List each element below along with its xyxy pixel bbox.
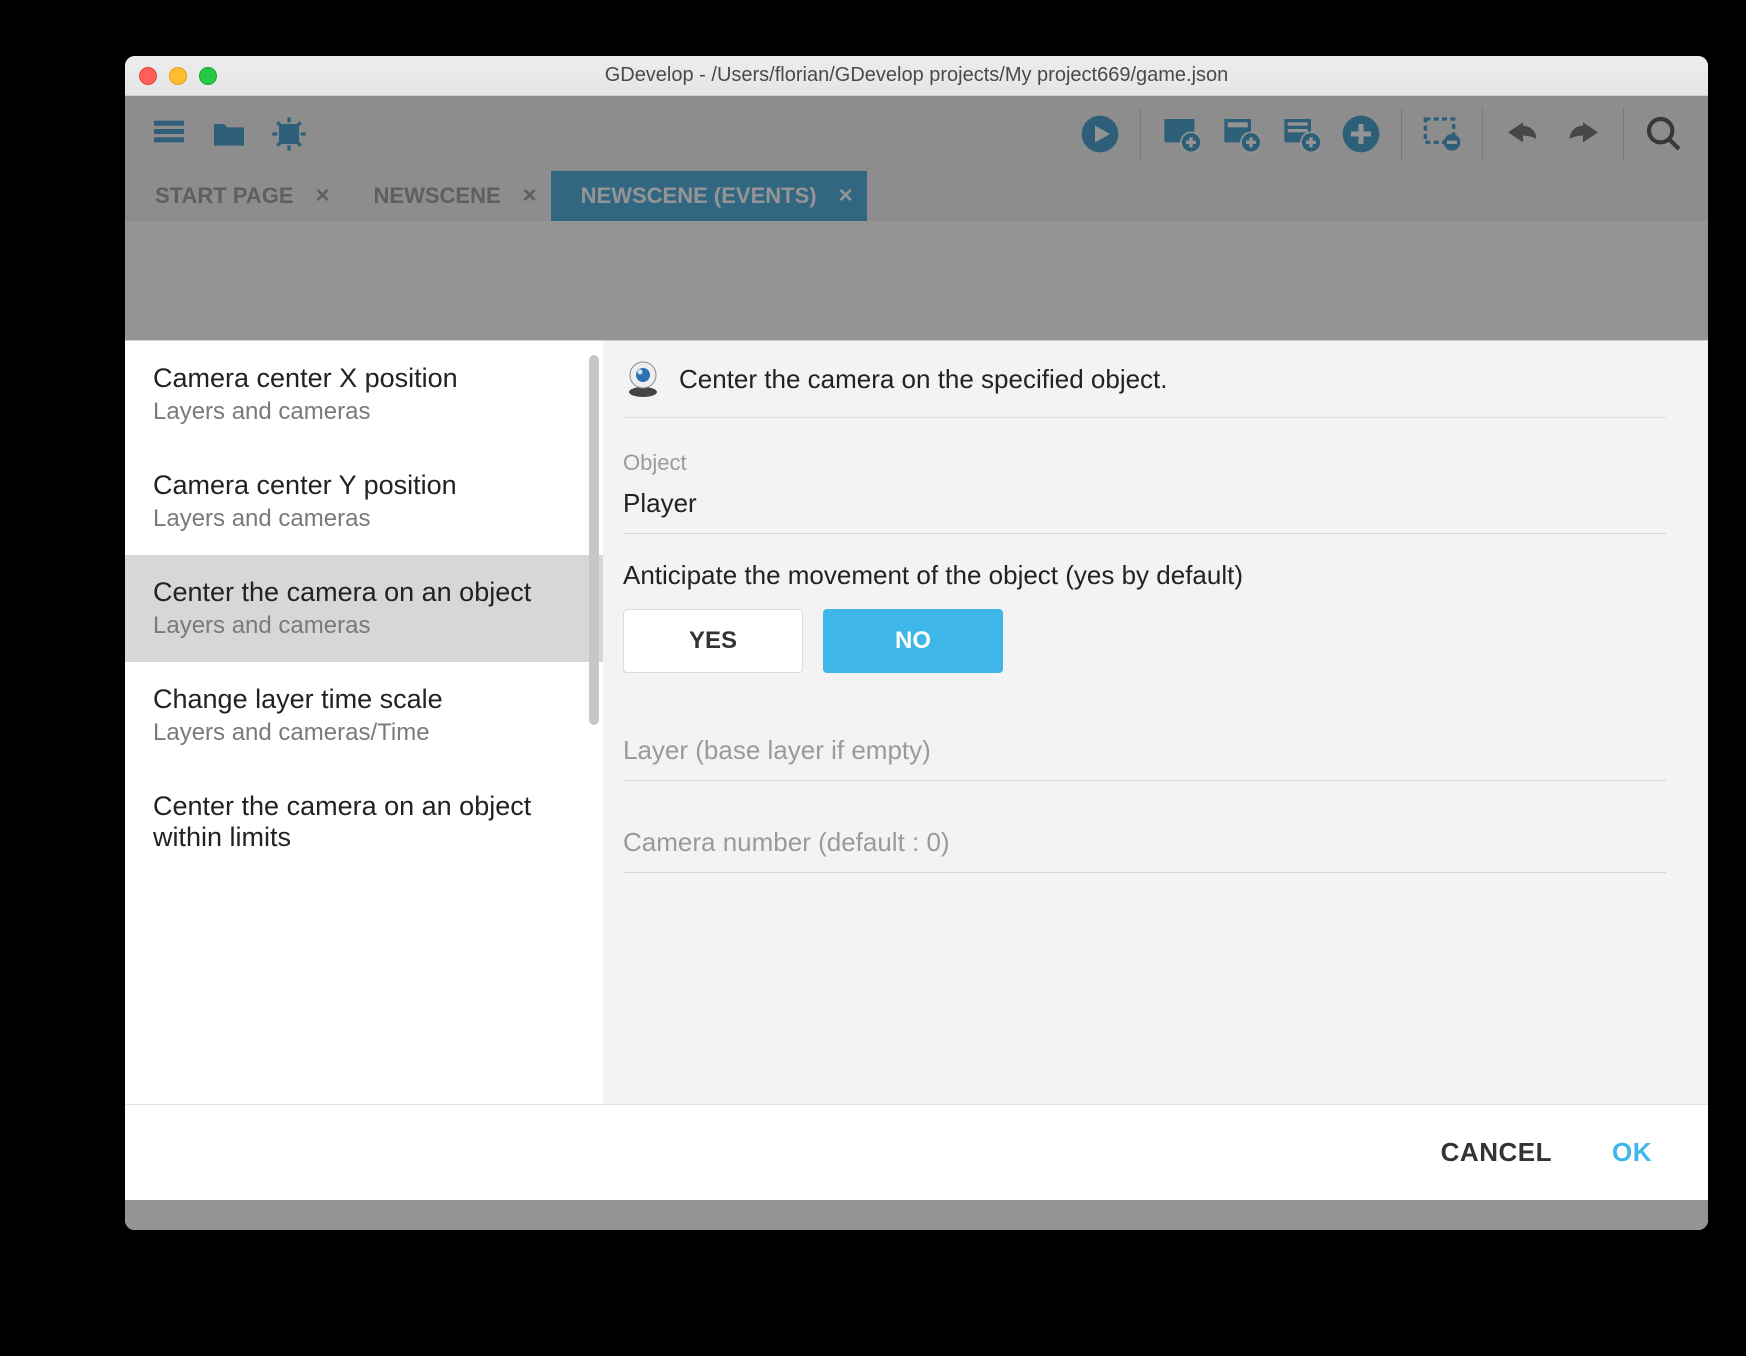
minimize-window-icon[interactable]: [169, 67, 187, 85]
object-field-group: Object: [623, 450, 1666, 534]
camera-icon: [623, 359, 663, 399]
dialog-footer: CANCEL OK: [125, 1104, 1708, 1200]
list-item[interactable]: Center the camera on an object within li…: [125, 769, 603, 879]
layer-input[interactable]: [623, 729, 1666, 781]
cancel-button[interactable]: CANCEL: [1441, 1137, 1552, 1168]
action-dialog: Camera center X position Layers and came…: [125, 340, 1708, 1200]
list-item-title: Change layer time scale: [153, 684, 575, 715]
no-button[interactable]: NO: [823, 609, 1003, 673]
anticipate-label: Anticipate the movement of the object (y…: [623, 560, 1666, 591]
list-item-title: Center the camera on an object: [153, 577, 575, 608]
action-form: Center the camera on the specified objec…: [603, 341, 1708, 1104]
anticipate-toggle: YES NO: [623, 609, 1666, 673]
form-header-text: Center the camera on the specified objec…: [679, 364, 1168, 395]
close-window-icon[interactable]: [139, 67, 157, 85]
list-item-title: Camera center X position: [153, 363, 575, 394]
object-input[interactable]: [623, 482, 1666, 534]
yes-button[interactable]: YES: [623, 609, 803, 673]
form-header: Center the camera on the specified objec…: [623, 359, 1666, 418]
app-window: GDevelop - /Users/florian/GDevelop proje…: [125, 56, 1708, 1230]
layer-field-group: [623, 729, 1666, 781]
camera-number-input[interactable]: [623, 821, 1666, 873]
camera-number-field-group: [623, 821, 1666, 873]
list-item[interactable]: Camera center Y position Layers and came…: [125, 448, 603, 555]
action-list[interactable]: Camera center X position Layers and came…: [125, 341, 603, 1081]
object-label: Object: [623, 450, 1666, 476]
dialog-body: Camera center X position Layers and came…: [125, 341, 1708, 1104]
titlebar: GDevelop - /Users/florian/GDevelop proje…: [125, 56, 1708, 96]
list-item[interactable]: Camera center X position Layers and came…: [125, 341, 603, 448]
app-body: START PAGE × NEWSCENE × NEWSCENE (EVENTS…: [125, 96, 1708, 1230]
scrollbar[interactable]: [589, 355, 599, 725]
window-title: GDevelop - /Users/florian/GDevelop proje…: [125, 64, 1708, 87]
list-item-subtitle: Layers and cameras: [153, 505, 575, 533]
list-item-subtitle: Layers and cameras: [153, 398, 575, 426]
list-item[interactable]: Change layer time scale Layers and camer…: [125, 662, 603, 769]
list-item-subtitle: Layers and cameras: [153, 612, 575, 640]
list-item[interactable]: Center the camera on an object Layers an…: [125, 555, 603, 662]
list-item-title: Camera center Y position: [153, 470, 575, 501]
action-sidebar: Camera center X position Layers and came…: [125, 341, 603, 1104]
list-item-subtitle: Layers and cameras/Time: [153, 719, 575, 747]
window-controls: [139, 67, 217, 85]
ok-button[interactable]: OK: [1612, 1137, 1652, 1168]
fullscreen-window-icon[interactable]: [199, 67, 217, 85]
list-item-title: Center the camera on an object within li…: [153, 791, 575, 853]
